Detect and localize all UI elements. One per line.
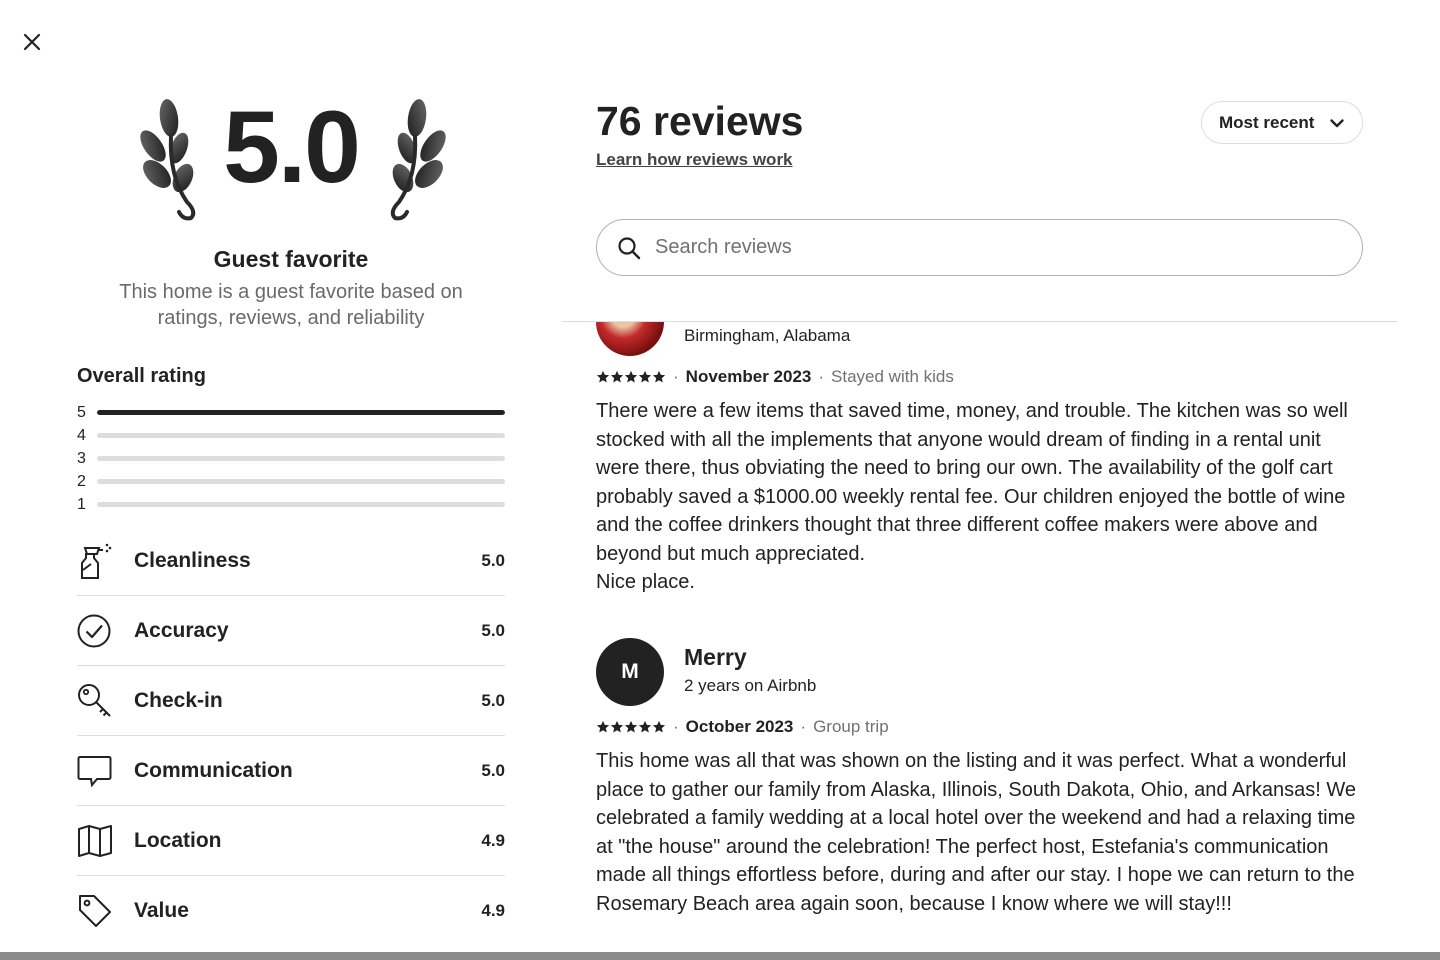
- trip-type: Group trip: [813, 717, 889, 736]
- separator-dot: ·: [673, 367, 679, 386]
- category-value: 5.0: [481, 620, 505, 640]
- category-value: 4.9: [481, 901, 505, 920]
- histogram-bar: [97, 456, 505, 461]
- category-label: Cleanliness: [134, 548, 251, 572]
- histogram-star-label: 1: [77, 495, 86, 513]
- histogram-bar: [97, 502, 505, 507]
- category-cleanliness: Cleanliness 5.0: [77, 526, 505, 596]
- histogram-row: 1: [77, 493, 505, 516]
- category-check-in: Check-in 5.0: [77, 666, 505, 736]
- reviews-panel: 76 reviews Learn how reviews work Most r…: [562, 0, 1397, 960]
- category-label: Location: [134, 828, 222, 852]
- histogram-star-label: 5: [77, 403, 86, 421]
- category-label: Communication: [134, 758, 293, 782]
- category-value: 4.9: [481, 830, 505, 850]
- histogram-row: 4: [77, 424, 505, 447]
- review-text: There were a few items that saved time, …: [596, 400, 1348, 593]
- histogram-bar: [97, 410, 505, 415]
- category-value: 5.0: [481, 760, 505, 780]
- reviewer-avatar[interactable]: M: [596, 638, 664, 706]
- histogram-fill: [97, 410, 505, 415]
- histogram-row: 2: [77, 470, 505, 493]
- search-icon: [618, 236, 641, 259]
- chat-bubble-icon: [77, 755, 112, 787]
- separator-dot: ·: [673, 717, 679, 736]
- star-rating: [596, 720, 666, 734]
- rating-histogram: 5 4 3 2 1: [77, 401, 505, 516]
- check-circle-icon: [77, 614, 111, 647]
- reviews-list[interactable]: Birmingham, Alabama · November 2023 · St…: [562, 322, 1397, 953]
- map-icon: [78, 824, 112, 857]
- histogram-bar: [97, 479, 505, 484]
- category-label: Check-in: [134, 688, 223, 712]
- histogram-row: 3: [77, 447, 505, 470]
- spray-bottle-icon: [81, 543, 112, 579]
- star-icon: [610, 720, 624, 733]
- star-icon: [652, 720, 666, 733]
- separator-dot: ·: [800, 717, 807, 736]
- reviewer-location: Birmingham, Alabama: [684, 326, 851, 345]
- price-tag-icon: [79, 895, 111, 927]
- guest-favorite-title: Guest favorite: [213, 246, 369, 272]
- separator-dot: ·: [818, 367, 825, 386]
- histogram-star-label: 4: [77, 426, 86, 444]
- background-page-strip: [0, 952, 1440, 960]
- star-icon: [596, 720, 610, 733]
- category-value: 5.0: [481, 550, 505, 570]
- star-rating: [596, 370, 666, 384]
- histogram-bar: [97, 433, 505, 438]
- overall-rating-title: Overall rating: [77, 365, 206, 387]
- trip-type: Stayed with kids: [831, 367, 954, 386]
- star-icon: [638, 720, 652, 733]
- review-date: October 2023: [685, 717, 794, 736]
- reviewer-name: Merry: [684, 644, 747, 670]
- search-reviews-input[interactable]: [655, 236, 1335, 259]
- reviewer-avatar[interactable]: [596, 322, 664, 356]
- close-button[interactable]: [14, 24, 50, 60]
- star-icon: [652, 370, 666, 383]
- star-icon: [624, 370, 638, 383]
- close-icon: [23, 33, 41, 51]
- star-icon: [596, 370, 610, 383]
- category-communication: Communication 5.0: [77, 736, 505, 806]
- guest-favorite-description: This home is a guest favorite based on r…: [119, 281, 463, 329]
- review-header: M Merry 2 years on Airbnb: [596, 638, 1366, 708]
- chevron-down-icon: [1330, 119, 1344, 128]
- histogram-star-label: 3: [77, 449, 86, 467]
- reviewer-tenure: 2 years on Airbnb: [684, 676, 817, 695]
- sort-dropdown[interactable]: Most recent: [1201, 101, 1363, 144]
- sort-label: Most recent: [1219, 112, 1315, 132]
- category-value: 5.0: [481, 690, 505, 710]
- category-label: Accuracy: [134, 618, 229, 642]
- category-value: Value 4.9: [77, 876, 505, 946]
- star-icon: [610, 370, 624, 383]
- category-accuracy: Accuracy 5.0: [77, 596, 505, 666]
- category-ratings: Cleanliness 5.0 Accuracy 5.0 Check-in 5.…: [77, 526, 505, 946]
- review-date: November 2023: [685, 367, 812, 386]
- search-reviews-field[interactable]: [596, 219, 1363, 276]
- review-meta: · October 2023 · Group trip: [596, 715, 1366, 739]
- histogram-row: 5: [77, 401, 505, 424]
- histogram-star-label: 2: [77, 472, 86, 490]
- star-icon: [638, 370, 652, 383]
- laurel-right-icon: [390, 99, 446, 221]
- review-text: This home was all that was shown on the …: [596, 750, 1357, 915]
- review-item: Birmingham, Alabama · November 2023 · St…: [596, 322, 1366, 597]
- star-icon: [624, 720, 638, 733]
- category-location: Location 4.9: [77, 806, 505, 876]
- key-icon: [78, 683, 111, 717]
- category-label: Value: [134, 899, 189, 922]
- review-item: M Merry 2 years on Airbnb · October 2023…: [596, 638, 1366, 918]
- rating-hero: 5.0: [77, 88, 505, 238]
- rating-summary: 5.0 Guest favorite This home is a guest …: [77, 0, 505, 960]
- review-meta: · November 2023 · Stayed with kids: [596, 365, 1366, 389]
- learn-reviews-link[interactable]: Learn how reviews work: [596, 150, 793, 170]
- review-header: Birmingham, Alabama: [596, 322, 1366, 358]
- reviews-count-title: 76 reviews: [596, 98, 804, 144]
